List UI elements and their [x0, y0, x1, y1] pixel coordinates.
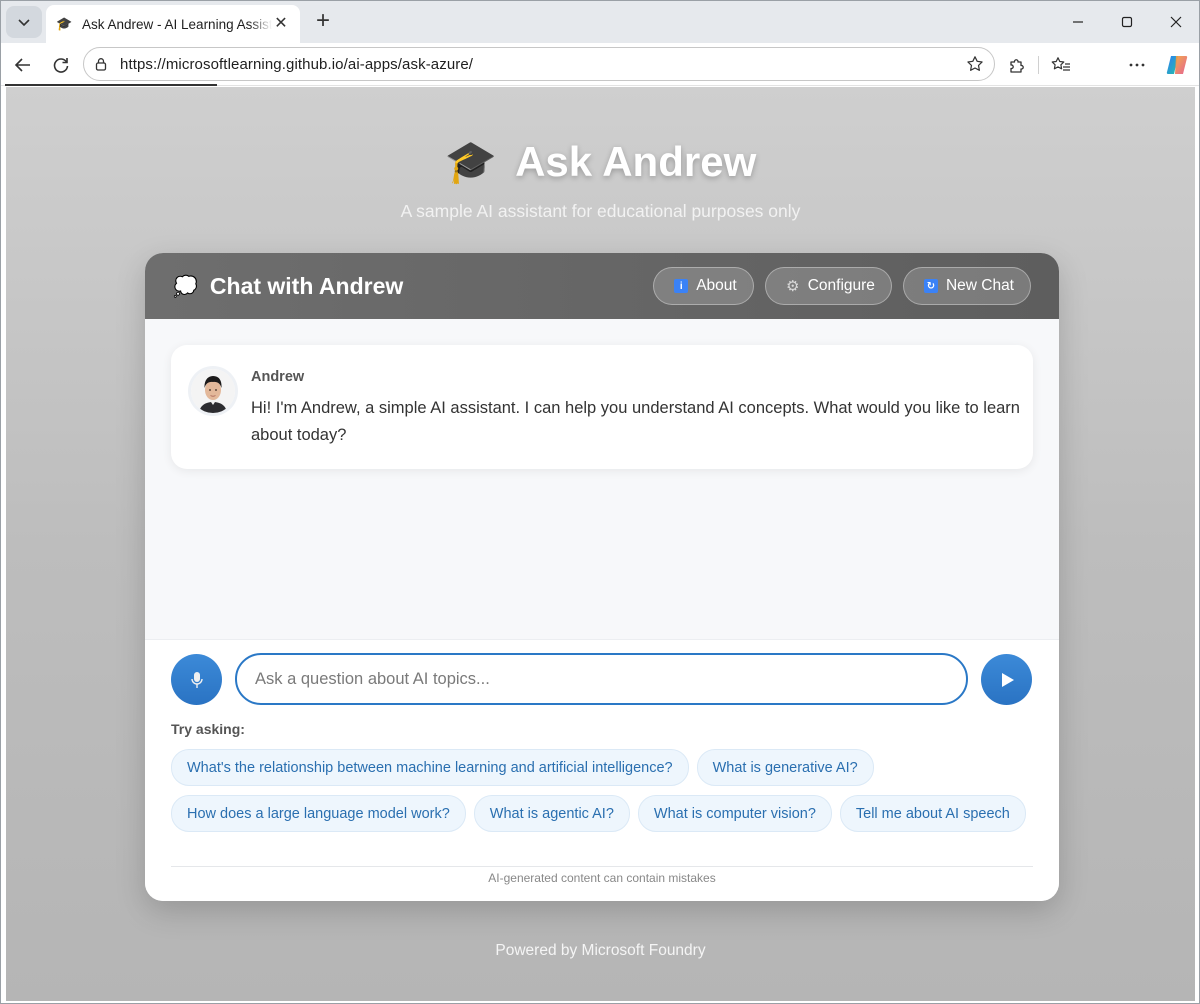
thought-bubble-icon: 💭 — [173, 275, 198, 298]
suggestion-row: How does a large language model work? Wh… — [171, 795, 1033, 832]
suggestion-row: What's the relationship between machine … — [171, 749, 1033, 786]
close-icon — [1170, 16, 1182, 28]
gear-icon: ⚙ — [785, 278, 800, 295]
minimize-button[interactable] — [1065, 9, 1091, 35]
suggestion-chip[interactable]: What is computer vision? — [637, 795, 832, 832]
suggestion-chip[interactable]: Tell me about AI speech — [839, 795, 1026, 832]
new-tab-button[interactable]: + — [309, 8, 337, 36]
more-options-button[interactable] — [1123, 51, 1151, 79]
maximize-button[interactable] — [1114, 9, 1140, 35]
graduation-cap-icon: 🎓 — [444, 138, 498, 185]
message-list: Andrew Hi! I'm Andrew, a simple AI assis… — [145, 319, 1059, 639]
copilot-icon — [1166, 56, 1188, 74]
new-chat-button[interactable]: ↻ New Chat — [902, 267, 1031, 305]
page-content: 🎓 Ask Andrew A sample AI assistant for e… — [6, 87, 1195, 1001]
refresh-icon: ↻ — [923, 279, 938, 293]
back-button[interactable] — [9, 51, 37, 79]
browser-toolbar: https://microsoftlearning.github.io/ai-a… — [1, 43, 1199, 86]
new-chat-label: New Chat — [945, 277, 1014, 294]
info-icon: i — [674, 279, 689, 293]
address-bar[interactable]: https://microsoftlearning.github.io/ai-a… — [83, 47, 995, 81]
about-button[interactable]: i About — [653, 267, 754, 305]
close-tab-icon[interactable]: ✕ — [272, 15, 290, 33]
try-asking-label: Try asking: — [171, 721, 245, 737]
more-dots-icon — [1129, 63, 1145, 67]
maximize-icon — [1121, 16, 1133, 28]
chat-title: Chat with Andrew — [209, 272, 404, 299]
copilot-button[interactable] — [1163, 51, 1191, 79]
question-input[interactable] — [235, 653, 968, 705]
chat-card: 💭 Chat with Andrew i About ⚙ Configure ↻… — [145, 253, 1059, 901]
suggestion-chip[interactable]: What's the relationship between machine … — [171, 749, 689, 786]
extensions-button[interactable] — [1003, 51, 1031, 79]
send-button[interactable] — [981, 654, 1032, 705]
suggestion-chip[interactable]: What is generative AI? — [696, 749, 874, 786]
refresh-button[interactable] — [47, 51, 75, 79]
tab-list-button[interactable] — [6, 6, 42, 38]
chat-header: 💭 Chat with Andrew i About ⚙ Configure ↻… — [145, 253, 1059, 319]
configure-label: Configure — [807, 277, 875, 294]
send-play-icon — [1001, 672, 1014, 687]
about-label: About — [696, 277, 737, 294]
favorites-icon — [1051, 57, 1070, 71]
page-subtitle: A sample AI assistant for educational pu… — [400, 201, 801, 221]
suggestion-list: What's the relationship between machine … — [171, 749, 1033, 841]
back-arrow-icon — [14, 58, 30, 72]
microphone-icon — [190, 671, 203, 688]
minimize-icon — [1073, 21, 1083, 23]
lock-icon[interactable] — [94, 56, 110, 72]
graduation-cap-icon: 🎓 — [56, 16, 73, 31]
input-area: Try asking: What's the relationship betw… — [145, 639, 1059, 901]
assistant-message: Andrew Hi! I'm Andrew, a simple AI assis… — [171, 345, 1033, 469]
page-title: Ask Andrew — [515, 138, 757, 185]
chevron-down-icon — [18, 19, 30, 27]
suggestion-chip[interactable]: How does a large language model work? — [171, 795, 466, 832]
message-sender: Andrew — [251, 369, 305, 385]
microphone-button[interactable] — [171, 654, 222, 705]
loading-progress-bar — [5, 84, 217, 86]
browser-window: 🎓 Ask Andrew - AI Learning Assistant ✕ +… — [0, 0, 1200, 1004]
hero-title-row: 🎓 Ask Andrew — [445, 137, 756, 187]
favorite-star-icon[interactable] — [964, 53, 986, 75]
footer-divider — [171, 866, 1033, 867]
hero: 🎓 Ask Andrew A sample AI assistant for e… — [6, 137, 1195, 222]
favorites-button[interactable] — [1047, 51, 1075, 79]
toolbar-divider — [1038, 56, 1039, 74]
message-text: Hi! I'm Andrew, a simple AI assistant. I… — [251, 399, 1020, 444]
puzzle-icon — [1010, 59, 1024, 73]
disclaimer-text: AI-generated content can contain mistake… — [488, 871, 716, 885]
url-text[interactable]: https://microsoftlearning.github.io/ai-a… — [120, 56, 964, 73]
powered-by-footer: Powered by Microsoft Foundry — [495, 942, 706, 959]
browser-tab[interactable]: 🎓 Ask Andrew - AI Learning Assistant ✕ — [46, 5, 300, 43]
close-window-button[interactable] — [1163, 9, 1189, 35]
andrew-avatar-icon — [191, 369, 235, 413]
suggestion-chip[interactable]: What is agentic AI? — [473, 795, 630, 832]
configure-button[interactable]: ⚙ Configure — [764, 267, 892, 305]
refresh-icon — [53, 58, 69, 73]
avatar — [191, 369, 235, 413]
tab-title: Ask Andrew - AI Learning Assistant — [82, 16, 272, 32]
tab-bar: 🎓 Ask Andrew - AI Learning Assistant ✕ + — [1, 1, 1199, 43]
